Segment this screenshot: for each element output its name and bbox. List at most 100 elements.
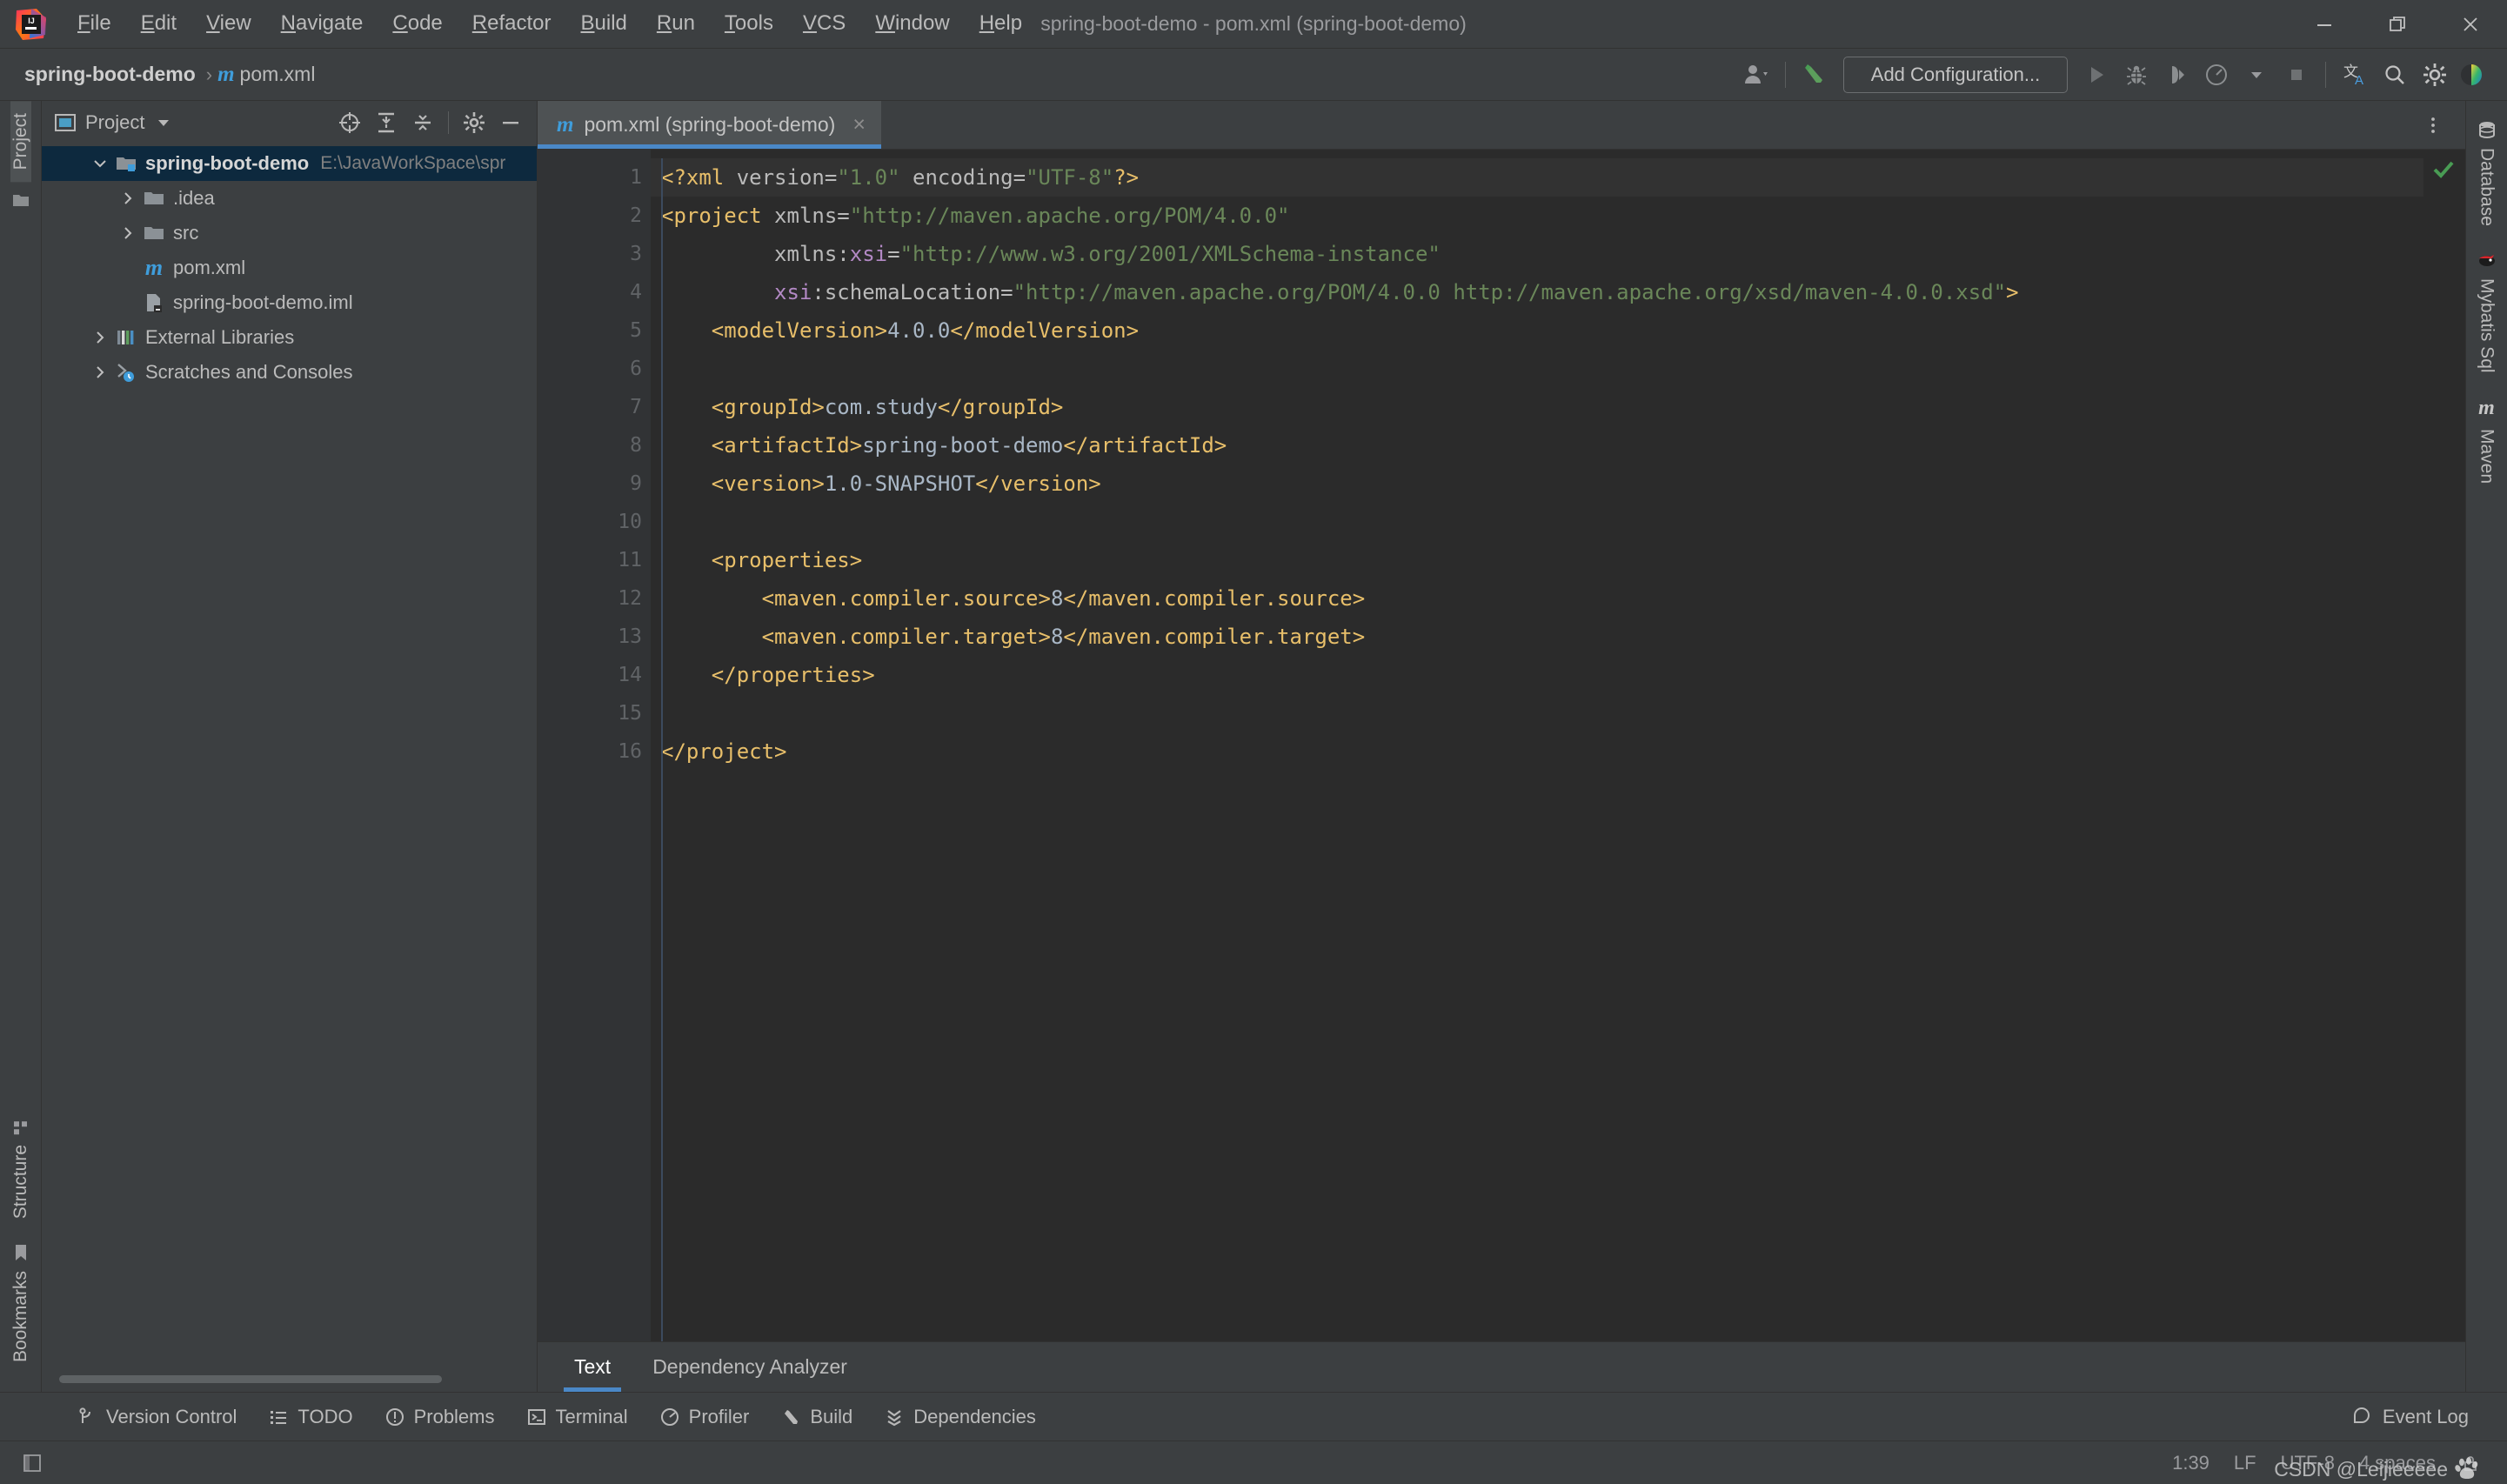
menu-item-window[interactable]: Window xyxy=(860,7,964,40)
menu-item-help[interactable]: Help xyxy=(965,7,1037,40)
scrollbar-thumb[interactable] xyxy=(59,1375,442,1383)
target-icon[interactable] xyxy=(332,105,367,140)
breadcrumb-file[interactable]: pom.xml xyxy=(235,60,321,89)
sidebar-item-project[interactable]: Project xyxy=(10,101,31,183)
bottom-tab-profiler[interactable]: Profiler xyxy=(644,1400,765,1434)
gear-icon[interactable] xyxy=(2415,55,2455,95)
tree-node-label: Scratches and Consoles xyxy=(145,361,353,383)
play-icon[interactable] xyxy=(2076,55,2116,95)
bottom-tab-dependencies[interactable]: Dependencies xyxy=(868,1400,1052,1434)
line-number: 1 xyxy=(630,166,642,189)
minimize-button[interactable] xyxy=(2288,0,2361,49)
chevron-right-icon[interactable] xyxy=(87,359,113,385)
bottom-tab-problems[interactable]: Problems xyxy=(369,1400,511,1434)
libraries-icon xyxy=(113,324,139,351)
menu-item-file[interactable]: File xyxy=(63,7,126,40)
bug-icon[interactable] xyxy=(2116,55,2156,95)
breadcrumb[interactable]: spring-boot-demo › m pom.xml xyxy=(19,60,320,89)
run-configuration-selector[interactable]: Add Configuration... xyxy=(1843,56,2068,93)
tree-node-iml[interactable]: spring-boot-demo.iml xyxy=(42,285,537,320)
editor-right-gutter[interactable] xyxy=(2423,150,2465,1341)
menu-bar[interactable]: File Edit View Navigate Code Refactor Bu… xyxy=(63,7,1037,40)
dependencies-icon xyxy=(887,1409,901,1426)
inspection-status-icon[interactable] xyxy=(2430,157,2457,183)
menu-item-tools[interactable]: Tools xyxy=(710,7,788,40)
bottom-tab-version-control[interactable]: Version Control xyxy=(61,1400,252,1434)
chevron-down-icon[interactable] xyxy=(2236,55,2276,95)
bottom-tab-todo[interactable]: TODO xyxy=(252,1400,368,1434)
sidebar-item-structure[interactable]: Structure xyxy=(10,1106,31,1231)
main-toolbar-actions: Add Configuration... 文 A xyxy=(1736,55,2507,95)
chevron-down-icon[interactable] xyxy=(87,150,113,177)
sidebar-item-mybatis-sql[interactable]: Mybatis Sql xyxy=(2477,238,2497,385)
maven-m-icon: m xyxy=(144,255,164,280)
menu-item-edit[interactable]: Edit xyxy=(126,7,191,40)
code-line-11: <properties> xyxy=(661,548,863,572)
sidebar-item-maven[interactable]: m Maven xyxy=(2477,384,2497,496)
translate-icon[interactable]: 文 A xyxy=(2335,55,2375,95)
project-toolbar-divider xyxy=(448,111,449,134)
toolbar-divider-2 xyxy=(2325,61,2326,88)
bottom-tab-terminal[interactable]: Terminal xyxy=(511,1400,644,1434)
file-encoding[interactable]: UTF-8 xyxy=(2281,1452,2335,1474)
bottom-tab-build[interactable]: Build xyxy=(765,1400,868,1434)
user-icon[interactable] xyxy=(1736,55,1776,95)
editor-tab-pom-xml[interactable]: m pom.xml (spring-boot-demo) × xyxy=(538,101,881,149)
sidebar-item-folder[interactable] xyxy=(11,182,30,218)
bottom-tool-window-bar: Version Control TODO Problems Terminal P… xyxy=(0,1392,2507,1441)
code-text[interactable]: <?xml version="1.0" encoding="UTF-8"?> <… xyxy=(651,150,2423,1341)
minus-hide-icon[interactable] xyxy=(493,105,528,140)
sidebar-item-database[interactable]: Database xyxy=(2477,108,2497,238)
tree-node-src[interactable]: src xyxy=(42,216,537,251)
profile-icon[interactable] xyxy=(2196,55,2236,95)
more-vertical-icon[interactable] xyxy=(2413,105,2453,145)
theme-icon[interactable] xyxy=(2455,55,2495,95)
line-number: 11 xyxy=(538,541,667,579)
sidebar-toggle-icon[interactable] xyxy=(12,1452,52,1474)
line-separator[interactable]: LF xyxy=(2234,1452,2256,1474)
chevron-right-icon[interactable] xyxy=(87,324,113,351)
caret-position[interactable]: 1:39 xyxy=(2172,1452,2210,1474)
tab-dependency-analyzer[interactable]: Dependency Analyzer xyxy=(632,1342,868,1392)
hammer-icon[interactable] xyxy=(1795,55,1835,95)
left-tool-window-bar: Project Structure Bookmarks xyxy=(0,101,42,1392)
menu-item-run[interactable]: Run xyxy=(642,7,710,40)
close-button[interactable] xyxy=(2434,0,2507,49)
editor-scroll-area[interactable]: 1 2 3 4 5 6 7 8 9 10 11 12 13 14 15 16 <… xyxy=(538,150,2465,1341)
expand-all-icon[interactable] xyxy=(369,105,404,140)
tree-node-scratches-and-consoles[interactable]: Scratches and Consoles xyxy=(42,355,537,390)
search-icon[interactable] xyxy=(2375,55,2415,95)
menu-item-navigate[interactable]: Navigate xyxy=(266,7,378,40)
tab-text[interactable]: Text xyxy=(553,1342,632,1392)
coverage-icon[interactable] xyxy=(2156,55,2196,95)
project-tree[interactable]: spring-boot-demo E:\JavaWorkSpace\spr .i… xyxy=(42,144,537,1366)
menu-item-code[interactable]: Code xyxy=(378,7,457,40)
project-view-dropdown-icon[interactable] xyxy=(155,114,172,131)
menu-item-vcs[interactable]: VCS xyxy=(788,7,860,40)
stop-icon[interactable] xyxy=(2276,55,2316,95)
menu-item-refactor[interactable]: Refactor xyxy=(458,7,566,40)
close-icon[interactable]: × xyxy=(852,112,866,137)
tree-node-spring-boot-demo[interactable]: spring-boot-demo E:\JavaWorkSpace\spr xyxy=(42,146,537,181)
event-log-button[interactable]: Event Log xyxy=(2336,1400,2484,1434)
tree-node-external-libraries[interactable]: External Libraries xyxy=(42,320,537,355)
chevron-right-icon[interactable] xyxy=(115,185,141,211)
tree-node-pom-xml[interactable]: m pom.xml xyxy=(42,251,537,285)
project-horizontal-scrollbar[interactable] xyxy=(42,1366,537,1392)
maximize-restore-button[interactable] xyxy=(2361,0,2434,49)
indent-setting[interactable]: 4 spaces xyxy=(2359,1452,2436,1474)
collapse-all-icon[interactable] xyxy=(405,105,440,140)
sidebar-item-bookmarks[interactable]: Bookmarks xyxy=(10,1231,31,1374)
line-number: 9 xyxy=(630,472,642,495)
tree-node-idea[interactable]: .idea xyxy=(42,181,537,216)
editor-gutter[interactable]: 1 2 3 4 5 6 7 8 9 10 11 12 13 14 15 16 xyxy=(538,150,667,1341)
menu-item-build[interactable]: Build xyxy=(566,7,642,40)
scrollbar-track[interactable] xyxy=(50,1374,528,1384)
breadcrumb-project[interactable]: spring-boot-demo xyxy=(19,60,201,89)
lock-icon[interactable] xyxy=(2460,1453,2481,1474)
chevron-right-icon[interactable] xyxy=(115,220,141,246)
editor-bottom-tabs: Text Dependency Analyzer xyxy=(538,1341,2465,1392)
menu-item-view[interactable]: View xyxy=(191,7,266,40)
gear-icon[interactable] xyxy=(457,105,491,140)
